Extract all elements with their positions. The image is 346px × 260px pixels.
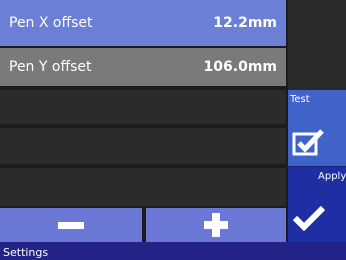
param-value: 12.2mm	[213, 15, 277, 31]
apply-label: Apply	[318, 171, 346, 182]
param-label: Pen Y offset	[9, 59, 92, 75]
empty-row-1[interactable]	[0, 90, 286, 126]
decrement-button[interactable]	[0, 208, 144, 242]
empty-row-3[interactable]	[0, 168, 286, 206]
check-icon	[292, 205, 326, 231]
param-row-pen-y[interactable]: Pen Y offset 106.0mm	[0, 48, 286, 88]
test-button[interactable]: Test	[286, 90, 346, 166]
param-value: 106.0mm	[203, 59, 277, 75]
minus-icon	[58, 221, 84, 229]
test-label: Test	[290, 94, 310, 105]
checkbox-check-icon	[292, 129, 324, 156]
empty-row-2[interactable]	[0, 128, 286, 166]
apply-button[interactable]: Apply	[286, 166, 346, 242]
status-text: Settings	[3, 246, 49, 259]
plus-icon	[204, 213, 228, 237]
status-bar: Settings	[0, 242, 346, 260]
param-label: Pen X offset	[9, 15, 93, 31]
param-row-pen-x[interactable]: Pen X offset 12.2mm	[0, 0, 286, 48]
increment-button[interactable]	[146, 208, 286, 242]
side-panel-top	[286, 0, 346, 90]
